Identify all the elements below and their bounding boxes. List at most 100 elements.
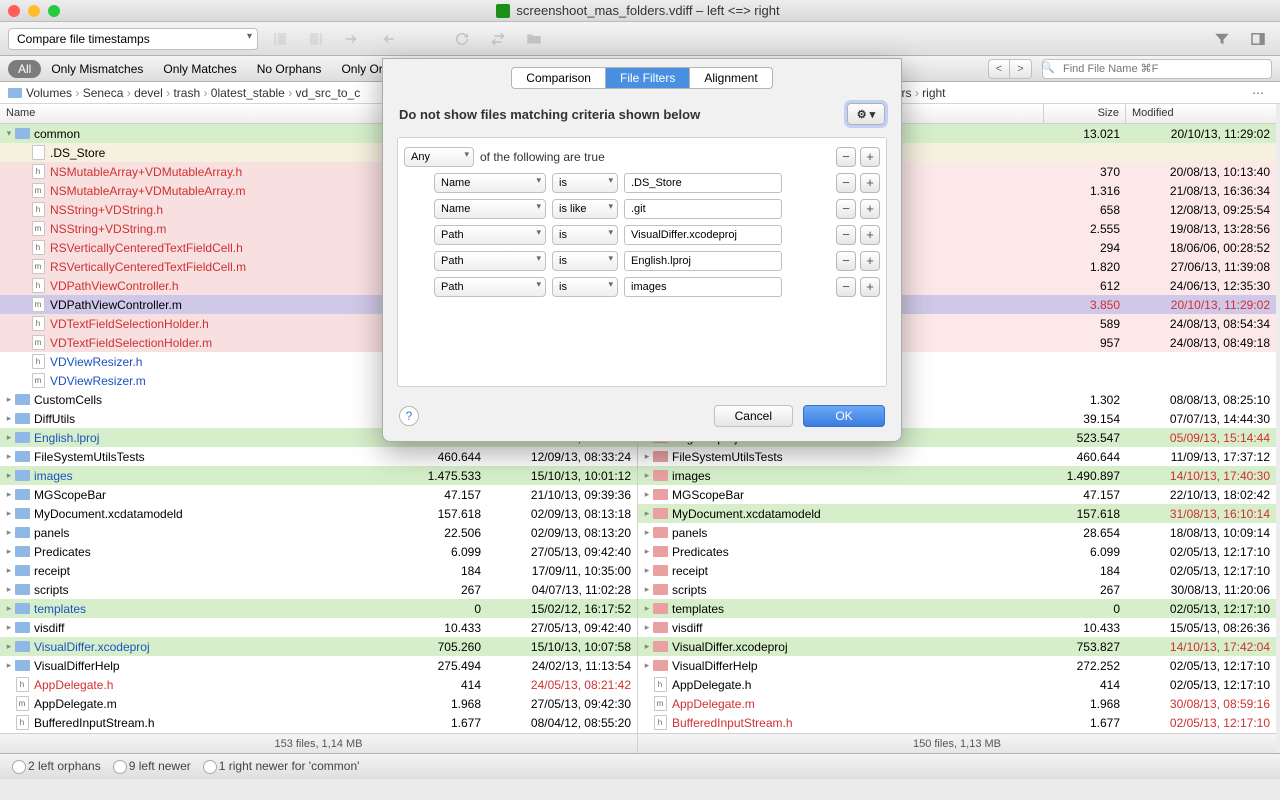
- rule-field-select[interactable]: Path: [434, 251, 546, 271]
- tab-file-filters[interactable]: File Filters: [606, 68, 690, 88]
- remove-rule-button[interactable]: −: [836, 173, 856, 193]
- table-row[interactable]: mAppDelegate.m1.96830/08/13, 08:59:16: [638, 694, 1276, 713]
- rule-op-select[interactable]: is: [552, 277, 618, 297]
- compare-mode-select[interactable]: Compare file timestamps: [8, 28, 258, 50]
- table-row[interactable]: ▸panels22.50602/09/13, 08:13:20: [0, 523, 637, 542]
- table-row[interactable]: ▸Predicates6.09927/05/13, 09:42:40: [0, 542, 637, 561]
- right-footer: 150 files, 1,13 MB: [638, 733, 1276, 753]
- crumb-overflow-icon[interactable]: ⋯: [1252, 86, 1272, 100]
- table-row[interactable]: ▸templates002/05/13, 12:17:10: [638, 599, 1276, 618]
- remove-rule-button[interactable]: −: [836, 251, 856, 271]
- table-row[interactable]: ▸scripts26704/07/13, 11:02:28: [0, 580, 637, 599]
- add-rule-button[interactable]: +: [860, 277, 880, 297]
- table-row[interactable]: ▸panels28.65418/08/13, 10:09:14: [638, 523, 1276, 542]
- match-any-select[interactable]: Any: [404, 147, 474, 167]
- tab-alignment[interactable]: Alignment: [690, 68, 771, 88]
- table-row[interactable]: mAppDelegate.m1.96827/05/13, 09:42:30: [0, 694, 637, 713]
- copy-left-icon[interactable]: [374, 27, 402, 51]
- table-row[interactable]: ▸MyDocument.xcdatamodeld157.61802/09/13,…: [0, 504, 637, 523]
- left-footer: 153 files, 1,14 MB: [0, 733, 637, 753]
- rule-value-input[interactable]: [624, 199, 782, 219]
- table-row[interactable]: ▸visdiff10.43327/05/13, 09:42:40: [0, 618, 637, 637]
- rule-value-input[interactable]: [624, 277, 782, 297]
- add-rule-button[interactable]: +: [860, 173, 880, 193]
- copy-right-icon[interactable]: [338, 27, 366, 51]
- minimize-button[interactable]: [28, 5, 40, 17]
- remove-rule-button[interactable]: −: [836, 277, 856, 297]
- table-row[interactable]: ▸images1.490.89714/10/13, 17:40:30: [638, 466, 1276, 485]
- rule-value-input[interactable]: [624, 251, 782, 271]
- add-rule-button[interactable]: +: [860, 199, 880, 219]
- table-row[interactable]: ▸receipt18417/09/11, 10:35:00: [0, 561, 637, 580]
- rule-op-select[interactable]: is: [552, 251, 618, 271]
- filter-chip[interactable]: All: [8, 60, 41, 78]
- status-bar: 2 left orphans 9 left newer 1 right newe…: [0, 753, 1280, 779]
- nav-next-button[interactable]: >: [1010, 59, 1032, 79]
- table-row[interactable]: hAppDelegate.h41424/05/13, 08:21:42: [0, 675, 637, 694]
- add-rule-button[interactable]: +: [860, 147, 880, 167]
- table-row[interactable]: ▸FileSystemUtilsTests460.64412/09/13, 08…: [0, 447, 637, 466]
- table-row[interactable]: hBufferedInputStream.h1.67708/04/12, 08:…: [0, 713, 637, 732]
- col-size-header[interactable]: Size: [1044, 104, 1126, 123]
- table-row[interactable]: ▸VisualDifferHelp275.49424/02/13, 11:13:…: [0, 656, 637, 675]
- table-row[interactable]: ▸MyDocument.xcdatamodeld157.61831/08/13,…: [638, 504, 1276, 523]
- nav-prev-button[interactable]: <: [988, 59, 1010, 79]
- rule-op-select[interactable]: is: [552, 225, 618, 245]
- refresh-icon[interactable]: [448, 27, 476, 51]
- table-row[interactable]: hBufferedInputStream.h1.67702/05/13, 12:…: [638, 713, 1276, 732]
- table-row[interactable]: ▸Predicates6.09902/05/13, 12:17:10: [638, 542, 1276, 561]
- table-row[interactable]: ▸VisualDifferHelp272.25202/05/13, 12:17:…: [638, 656, 1276, 675]
- col-name-header[interactable]: Name: [0, 104, 405, 123]
- folder-icon[interactable]: [520, 27, 548, 51]
- tab-comparison[interactable]: Comparison: [512, 68, 606, 88]
- rule-op-select[interactable]: is like: [552, 199, 618, 219]
- filter-rule: Pathis −+: [404, 222, 880, 248]
- table-row[interactable]: ▸MGScopeBar47.15721/10/13, 09:39:36: [0, 485, 637, 504]
- match-tail-text: of the following are true: [480, 150, 605, 164]
- ok-button[interactable]: OK: [803, 405, 885, 427]
- table-row[interactable]: ▸FileSystemUtilsTests460.64411/09/13, 17…: [638, 447, 1276, 466]
- table-row[interactable]: ▸VisualDiffer.xcodeproj753.82714/10/13, …: [638, 637, 1276, 656]
- help-button[interactable]: ?: [399, 406, 419, 426]
- col-modified-header[interactable]: Modified: [1126, 104, 1276, 123]
- table-row[interactable]: ▸templates015/02/12, 16:17:52: [0, 599, 637, 618]
- filter-chip[interactable]: Only Mismatches: [41, 60, 153, 78]
- filter-chip[interactable]: Only Matches: [153, 60, 246, 78]
- rule-field-select[interactable]: Name: [434, 199, 546, 219]
- rule-field-select[interactable]: Path: [434, 225, 546, 245]
- rule-value-input[interactable]: [624, 173, 782, 193]
- remove-rule-button[interactable]: −: [836, 225, 856, 245]
- remove-rule-button[interactable]: −: [836, 147, 856, 167]
- radio-icon[interactable]: [203, 760, 217, 774]
- find-file-input[interactable]: [1042, 59, 1272, 79]
- sync-icon[interactable]: [484, 27, 512, 51]
- close-button[interactable]: [8, 5, 20, 17]
- rule-value-input[interactable]: [624, 225, 782, 245]
- nav-arrows: < >: [988, 59, 1032, 79]
- table-row[interactable]: ▸scripts26730/08/13, 11:20:06: [638, 580, 1276, 599]
- folder-icon: [8, 88, 22, 98]
- add-rule-button[interactable]: +: [860, 225, 880, 245]
- add-rule-button[interactable]: +: [860, 251, 880, 271]
- radio-icon[interactable]: [113, 760, 127, 774]
- document-icon: [496, 4, 510, 18]
- table-row[interactable]: ▸images1.475.53315/10/13, 10:01:12: [0, 466, 637, 485]
- rule-op-select[interactable]: is: [552, 173, 618, 193]
- filter-icon[interactable]: [1208, 27, 1236, 51]
- cancel-button[interactable]: Cancel: [714, 405, 793, 427]
- table-row[interactable]: ▸visdiff10.43315/05/13, 08:26:36: [638, 618, 1276, 637]
- collapse-right-icon[interactable]: [302, 27, 330, 51]
- zoom-button[interactable]: [48, 5, 60, 17]
- table-row[interactable]: ▸MGScopeBar47.15722/10/13, 18:02:42: [638, 485, 1276, 504]
- gear-menu-button[interactable]: ⚙︎ ▾: [847, 103, 885, 125]
- sidebar-icon[interactable]: [1244, 27, 1272, 51]
- remove-rule-button[interactable]: −: [836, 199, 856, 219]
- rule-field-select[interactable]: Name: [434, 173, 546, 193]
- table-row[interactable]: ▸receipt18402/05/13, 12:17:10: [638, 561, 1276, 580]
- radio-icon[interactable]: [12, 760, 26, 774]
- rule-field-select[interactable]: Path: [434, 277, 546, 297]
- table-row[interactable]: ▸VisualDiffer.xcodeproj705.26015/10/13, …: [0, 637, 637, 656]
- table-row[interactable]: hAppDelegate.h41402/05/13, 12:17:10: [638, 675, 1276, 694]
- filter-chip[interactable]: No Orphans: [247, 60, 332, 78]
- collapse-left-icon[interactable]: [266, 27, 294, 51]
